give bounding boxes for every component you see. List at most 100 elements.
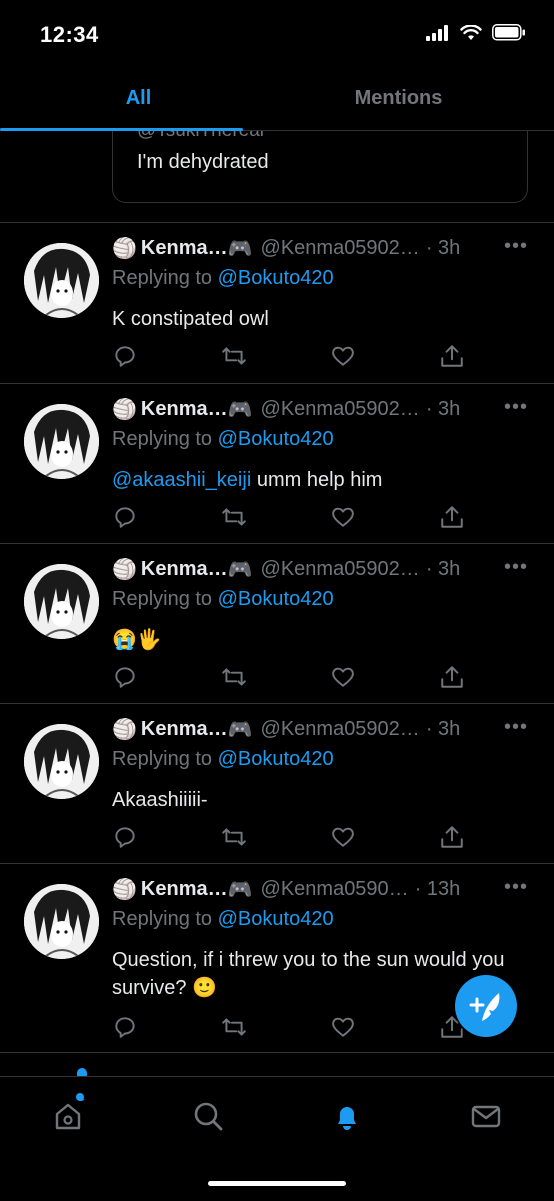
tweet-actions: [112, 343, 472, 369]
status-time: 12:34: [40, 22, 99, 47]
heart-icon[interactable]: [330, 824, 356, 850]
volleyball-emoji: 🏐: [112, 878, 137, 901]
replying-mention[interactable]: @Bokuto420: [218, 267, 334, 289]
reply-icon[interactable]: [112, 664, 138, 690]
volleyball-emoji: 🏐: [112, 558, 137, 581]
avatar[interactable]: [24, 243, 99, 318]
tweet-mention[interactable]: @akaashii_keiji: [112, 469, 251, 491]
tweet-actions: [112, 1014, 472, 1040]
tweet-text: 😭🖐: [112, 626, 532, 654]
replying-label: Replying to: [112, 748, 213, 770]
gamepad-emoji: 🎮: [227, 398, 253, 421]
replying-mention[interactable]: @Bokuto420: [218, 908, 334, 930]
avatar[interactable]: [24, 884, 99, 959]
heart-icon[interactable]: [330, 343, 356, 369]
replying-mention[interactable]: @Bokuto420: [218, 588, 334, 610]
divider: [0, 1052, 554, 1053]
user-handle[interactable]: @Kenma05902…: [261, 398, 420, 421]
tweet[interactable]: 🏐 Kenma… 🎮 @Kenma05902… · 3h ••• Replyin…: [0, 704, 554, 864]
reply-icon[interactable]: [112, 343, 138, 369]
bell-icon[interactable]: [330, 1099, 364, 1133]
heart-icon[interactable]: [330, 504, 356, 530]
gamepad-emoji: 🎮: [227, 558, 253, 581]
notifications-feed[interactable]: @TsukiThereal I'm dehydrated 🏐 Kenma… 🎮 …: [0, 131, 554, 1075]
avatar[interactable]: [24, 564, 99, 639]
reply-icon[interactable]: [112, 824, 138, 850]
tweet-text: K constipated owl: [112, 305, 532, 333]
tab-mentions[interactable]: Mentions: [260, 70, 537, 128]
tab-all[interactable]: All: [0, 70, 277, 128]
more-options-icon[interactable]: •••: [504, 876, 528, 899]
reply-icon[interactable]: [112, 1014, 138, 1040]
heart-icon[interactable]: [330, 664, 356, 690]
mail-icon[interactable]: [469, 1099, 503, 1133]
tweet[interactable]: 🏐 Kenma… 🎮 @Kenma05902… · 3h ••• Replyin…: [0, 544, 554, 704]
tweet-time: · 3h: [425, 717, 461, 740]
tweet-actions: [112, 824, 472, 850]
home-icon[interactable]: [51, 1099, 85, 1133]
tweet-body: Akaashiiiii-: [112, 789, 208, 811]
compose-tweet-button[interactable]: [455, 975, 517, 1037]
retweet-icon[interactable]: [221, 343, 247, 369]
tweet-text: Akaashiiiii-: [112, 786, 532, 814]
tweet[interactable]: 🏐 Kenma… 🎮 @Kenma05902… · 3h ••• Replyin…: [0, 223, 554, 383]
replying-to: Replying to @Bokuto420: [112, 428, 334, 451]
cellular-signal-icon: [426, 24, 448, 41]
user-handle[interactable]: @Kenma05902…: [261, 237, 420, 260]
retweet-icon[interactable]: [221, 664, 247, 690]
gamepad-emoji: 🎮: [227, 878, 253, 901]
tweet-time: · 3h: [425, 557, 461, 580]
heart-icon[interactable]: [330, 1014, 356, 1040]
display-name[interactable]: Kenma…: [141, 878, 228, 901]
replying-mention[interactable]: @Bokuto420: [218, 428, 334, 450]
replying-to: Replying to @Bokuto420: [112, 588, 334, 611]
retweet-icon[interactable]: [221, 504, 247, 530]
user-handle[interactable]: @Kenma05902…: [261, 558, 420, 581]
tweet-header: 🏐 Kenma… 🎮 @Kenma05902… · 3h: [112, 394, 532, 424]
battery-icon: [492, 24, 525, 41]
reply-icon[interactable]: [112, 504, 138, 530]
more-options-icon[interactable]: •••: [504, 556, 528, 579]
tweet-time: · 3h: [425, 397, 461, 420]
search-icon[interactable]: [191, 1099, 225, 1133]
tweet-header: 🏐 Kenma… 🎮 @Kenma0590… · 13h: [112, 874, 532, 904]
replying-label: Replying to: [112, 588, 213, 610]
share-icon[interactable]: [439, 664, 465, 690]
replying-label: Replying to: [112, 908, 213, 930]
more-options-icon[interactable]: •••: [504, 716, 528, 739]
tweet-time: · 3h: [425, 236, 461, 259]
display-name[interactable]: Kenma…: [141, 398, 228, 421]
more-options-icon[interactable]: •••: [504, 235, 528, 258]
display-name[interactable]: Kenma…: [141, 558, 228, 581]
more-options-icon[interactable]: •••: [504, 396, 528, 419]
tweet[interactable]: 🏐 Kenma… 🎮 @Kenma05902… · 3h ••• Replyin…: [0, 384, 554, 544]
tweet-header: 🏐 Kenma… 🎮 @Kenma05902… · 3h: [112, 554, 532, 584]
display-name[interactable]: Kenma…: [141, 237, 228, 260]
volleyball-emoji: 🏐: [112, 398, 137, 421]
replying-mention[interactable]: @Bokuto420: [218, 748, 334, 770]
share-icon[interactable]: [439, 504, 465, 530]
compose-tweet-icon: [469, 993, 500, 1021]
tweet-actions: [112, 664, 472, 690]
user-handle[interactable]: @Kenma05902…: [261, 718, 420, 741]
avatar[interactable]: [24, 404, 99, 479]
tweet-header: 🏐 Kenma… 🎮 @Kenma05902… · 3h: [112, 233, 532, 263]
avatar[interactable]: [24, 724, 99, 799]
tweet-time: · 13h: [414, 877, 461, 900]
retweet-icon[interactable]: [221, 824, 247, 850]
share-icon[interactable]: [439, 824, 465, 850]
quoted-tweet-card[interactable]: @TsukiThereal I'm dehydrated: [112, 131, 528, 203]
tweet-actions: [112, 504, 472, 530]
status-bar: 12:34: [0, 0, 554, 70]
volleyball-emoji: 🏐: [112, 237, 137, 260]
display-name[interactable]: Kenma…: [141, 718, 228, 741]
tweet-header: 🏐 Kenma… 🎮 @Kenma05902… · 3h: [112, 714, 532, 744]
user-handle[interactable]: @Kenma0590…: [261, 878, 409, 901]
replying-to: Replying to @Bokuto420: [112, 908, 334, 931]
quoted-text: I'm dehydrated: [137, 151, 269, 173]
share-icon[interactable]: [439, 343, 465, 369]
tweet-body: K constipated owl: [112, 308, 269, 330]
replying-to: Replying to @Bokuto420: [112, 267, 334, 290]
replying-label: Replying to: [112, 428, 213, 450]
retweet-icon[interactable]: [221, 1014, 247, 1040]
